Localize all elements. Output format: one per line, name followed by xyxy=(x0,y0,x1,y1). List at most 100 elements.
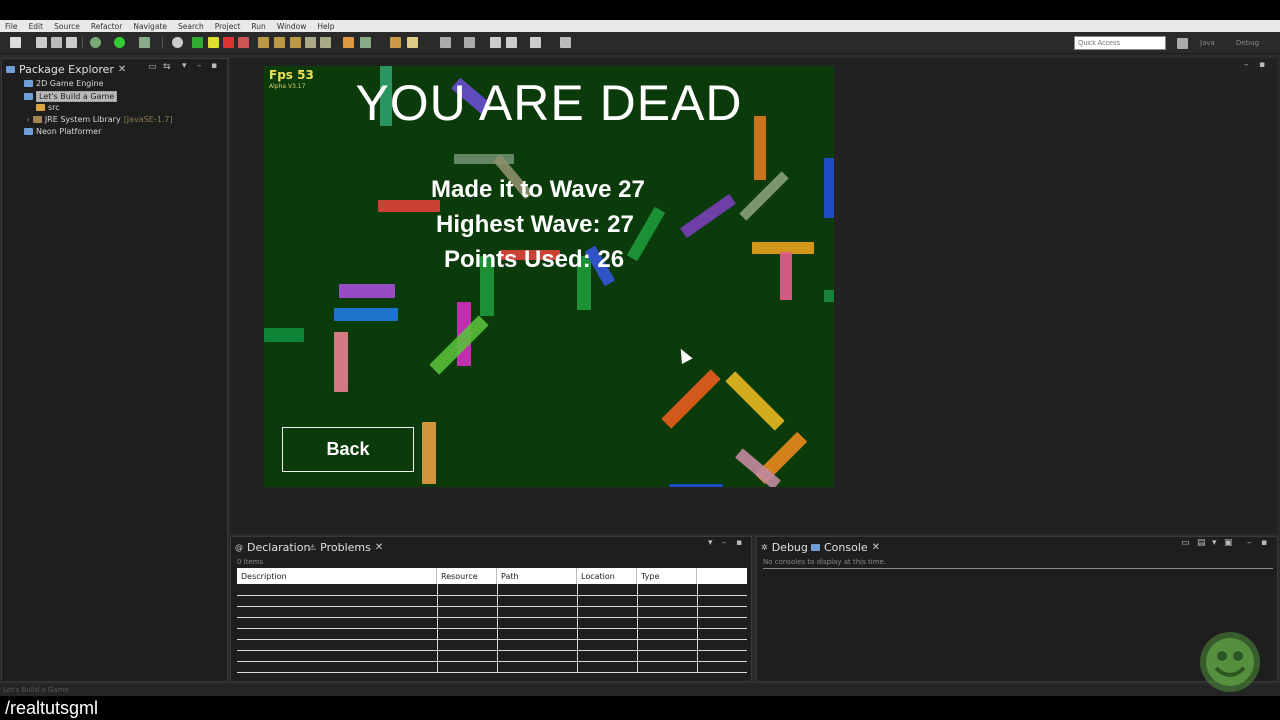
search-icon[interactable] xyxy=(407,37,418,48)
close-icon[interactable]: ✕ xyxy=(375,542,383,553)
back-icon[interactable] xyxy=(490,37,501,48)
perspective-debug[interactable]: Debug xyxy=(1232,37,1263,50)
tree-item-label: Let's Build a Game xyxy=(36,91,118,102)
external-tools-icon[interactable] xyxy=(139,37,150,48)
quick-access-input[interactable] xyxy=(1074,36,1166,50)
prev-annotation-icon[interactable] xyxy=(464,37,475,48)
link-with-editor-icon[interactable]: ⇆ xyxy=(163,62,171,72)
game-window[interactable]: Fps 53 Alpha V3.17 YOU ARE DEAD Made it … xyxy=(264,66,834,487)
use-step-filters-icon[interactable] xyxy=(320,37,331,48)
resume-icon[interactable] xyxy=(192,37,203,48)
display-console-icon[interactable]: ▭ xyxy=(1181,538,1190,548)
pin-editor-icon[interactable] xyxy=(560,37,571,48)
table-row xyxy=(237,617,747,618)
column-path[interactable]: Path xyxy=(497,568,577,584)
column-divider xyxy=(497,584,498,672)
game-over-title: YOU ARE DEAD xyxy=(355,75,743,131)
column-resource[interactable]: Resource xyxy=(437,568,497,584)
menu-window[interactable]: Window xyxy=(272,22,313,31)
suspend-icon[interactable] xyxy=(208,37,219,48)
last-edit-icon[interactable] xyxy=(530,37,541,48)
screen: File Edit Source Refactor Navigate Searc… xyxy=(0,0,1280,720)
open-console-icon[interactable]: ▤ xyxy=(1197,538,1206,548)
tree-item-2d-game-engine[interactable]: 2D Game Engine xyxy=(24,79,104,88)
terminate-icon[interactable] xyxy=(223,37,234,48)
problems-view: @ Declaration ⚠ Problems ✕ ▾ – ▪ 0 items… xyxy=(230,536,752,682)
status-bar: Let's Build a Game xyxy=(0,684,1280,696)
minimize-icon[interactable]: – xyxy=(197,61,202,71)
view-menu-icon[interactable]: ▾ xyxy=(182,61,187,71)
save-all-icon[interactable] xyxy=(51,37,62,48)
column-type[interactable]: Type xyxy=(637,568,697,584)
divider xyxy=(763,568,1273,569)
particle xyxy=(725,371,785,431)
tree-item-lets-build-a-game[interactable]: Let's Build a Game xyxy=(24,91,118,102)
menu-project[interactable]: Project xyxy=(210,22,247,31)
package-explorer-icon xyxy=(6,65,15,73)
step-into-icon[interactable] xyxy=(258,37,269,48)
tab-declaration[interactable]: @ Declaration xyxy=(235,538,310,556)
new-icon[interactable] xyxy=(10,37,21,48)
view-menu-icon[interactable]: ▾ xyxy=(708,538,713,548)
tab-debug[interactable]: ✲ Debug xyxy=(761,538,808,556)
minimize-icon[interactable]: – xyxy=(1244,60,1249,70)
new-package-icon[interactable] xyxy=(360,37,371,48)
problems-item-count: 0 items xyxy=(237,558,264,566)
tree-item-jre-system-library[interactable]: › JRE System Library [JavaSE-1.7] xyxy=(27,115,173,124)
tree-item-src[interactable]: src xyxy=(36,103,60,112)
problems-table-header: Description Resource Path Location Type xyxy=(237,568,747,584)
save-icon[interactable] xyxy=(36,37,47,48)
minimize-icon[interactable]: – xyxy=(1247,538,1252,548)
drop-to-frame-icon[interactable] xyxy=(305,37,316,48)
step-over-icon[interactable] xyxy=(274,37,285,48)
tab-problems[interactable]: ⚠ Problems ✕ xyxy=(309,538,383,556)
collapse-all-icon[interactable]: ▭ xyxy=(148,62,157,72)
disconnect-icon[interactable] xyxy=(238,37,249,48)
minimize-icon[interactable]: – xyxy=(722,538,727,548)
column-description[interactable]: Description xyxy=(237,568,437,584)
particle xyxy=(669,484,723,487)
stat-highest-wave: Highest Wave: 27 xyxy=(436,211,634,238)
print-icon[interactable] xyxy=(66,37,77,48)
maximize-icon[interactable]: ▪ xyxy=(1261,538,1267,548)
tab-label: Declaration xyxy=(247,540,311,554)
new-java-project-icon[interactable] xyxy=(343,37,354,48)
tree-item-neon-platformer[interactable]: Neon Platformer xyxy=(24,127,101,136)
menu-edit[interactable]: Edit xyxy=(24,22,50,31)
debug-icon[interactable] xyxy=(90,37,101,48)
particle xyxy=(824,290,834,302)
pin-console-icon[interactable]: ▣ xyxy=(1224,538,1233,548)
perspective-java[interactable]: Java xyxy=(1196,37,1219,50)
forward-icon[interactable] xyxy=(506,37,517,48)
run-icon[interactable] xyxy=(114,37,125,48)
menu-run[interactable]: Run xyxy=(246,22,271,31)
menu-source[interactable]: Source xyxy=(49,22,86,31)
menu-help[interactable]: Help xyxy=(312,22,340,31)
step-return-icon[interactable] xyxy=(290,37,301,48)
menu-navigate[interactable]: Navigate xyxy=(128,22,173,31)
open-type-icon[interactable] xyxy=(390,37,401,48)
menu-search[interactable]: Search xyxy=(173,22,210,31)
particle xyxy=(334,308,398,321)
expand-arrow-icon[interactable]: › xyxy=(27,116,30,124)
skip-breakpoints-icon[interactable] xyxy=(172,37,183,48)
mouse-cursor-icon xyxy=(675,346,693,364)
view-menu-icon[interactable]: ▾ xyxy=(1212,538,1217,548)
maximize-icon[interactable]: ▪ xyxy=(211,61,217,71)
column-location[interactable]: Location xyxy=(577,568,637,584)
menu-bar: File Edit Source Refactor Navigate Searc… xyxy=(0,20,1280,32)
back-button[interactable]: Back xyxy=(282,427,414,472)
maximize-icon[interactable]: ▪ xyxy=(1259,60,1265,70)
open-perspective-icon[interactable] xyxy=(1177,38,1188,49)
annotation-icon[interactable] xyxy=(440,37,451,48)
top-black-bar xyxy=(0,0,1280,20)
column-divider xyxy=(437,584,438,672)
tab-package-explorer[interactable]: Package Explorer ✕ xyxy=(6,60,126,78)
close-icon[interactable]: ✕ xyxy=(872,542,880,553)
close-icon[interactable]: ✕ xyxy=(118,64,126,75)
menu-refactor[interactable]: Refactor xyxy=(86,22,128,31)
maximize-icon[interactable]: ▪ xyxy=(736,538,742,548)
tab-console[interactable]: Console ✕ xyxy=(811,538,880,556)
table-row xyxy=(237,628,747,629)
menu-file[interactable]: File xyxy=(0,22,24,31)
